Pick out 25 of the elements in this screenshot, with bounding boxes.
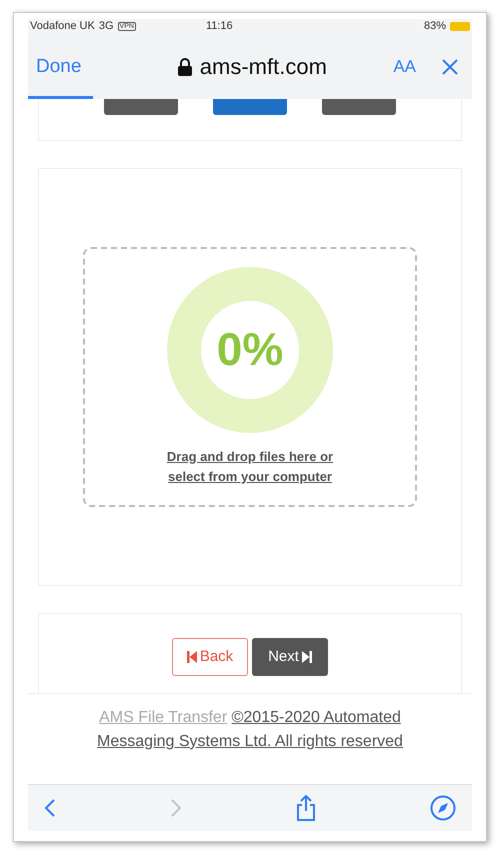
done-button[interactable]: Done xyxy=(36,52,82,81)
url-label: ams-mft.com xyxy=(200,53,327,82)
skip-forward-icon xyxy=(302,650,312,663)
compass-icon[interactable] xyxy=(430,794,456,821)
network-label: 3G xyxy=(98,21,114,32)
time-label: 11:16 xyxy=(206,21,233,32)
progress-percent: 0% xyxy=(216,322,284,378)
share-icon[interactable] xyxy=(296,794,316,821)
loading-bar xyxy=(28,96,93,99)
step-button[interactable] xyxy=(212,98,287,115)
footer-text: AMS File Transfer ©2015-2020 Automated Messaging Systems Ltd. All rights reserved xyxy=(96,708,404,752)
battery-label: 83% xyxy=(424,21,446,32)
skip-back-icon xyxy=(186,650,197,663)
footer-link[interactable]: AMS File Transfer xyxy=(99,708,228,726)
lock-icon xyxy=(178,58,192,76)
step-button[interactable] xyxy=(104,98,178,115)
drop-zone[interactable]: 0% Drag and drop files here or select from your computer xyxy=(83,246,417,507)
step-button[interactable] xyxy=(322,98,396,115)
close-icon[interactable] xyxy=(442,58,458,75)
carrier-label: Vodafone UK xyxy=(30,21,95,32)
battery-icon xyxy=(450,22,470,32)
next-button[interactable]: Next xyxy=(252,638,328,676)
text-size-button[interactable]: AA xyxy=(393,54,416,80)
back-button[interactable]: Back xyxy=(172,638,248,676)
upload-link[interactable]: Drag and drop files here or select from your computer xyxy=(150,446,350,487)
